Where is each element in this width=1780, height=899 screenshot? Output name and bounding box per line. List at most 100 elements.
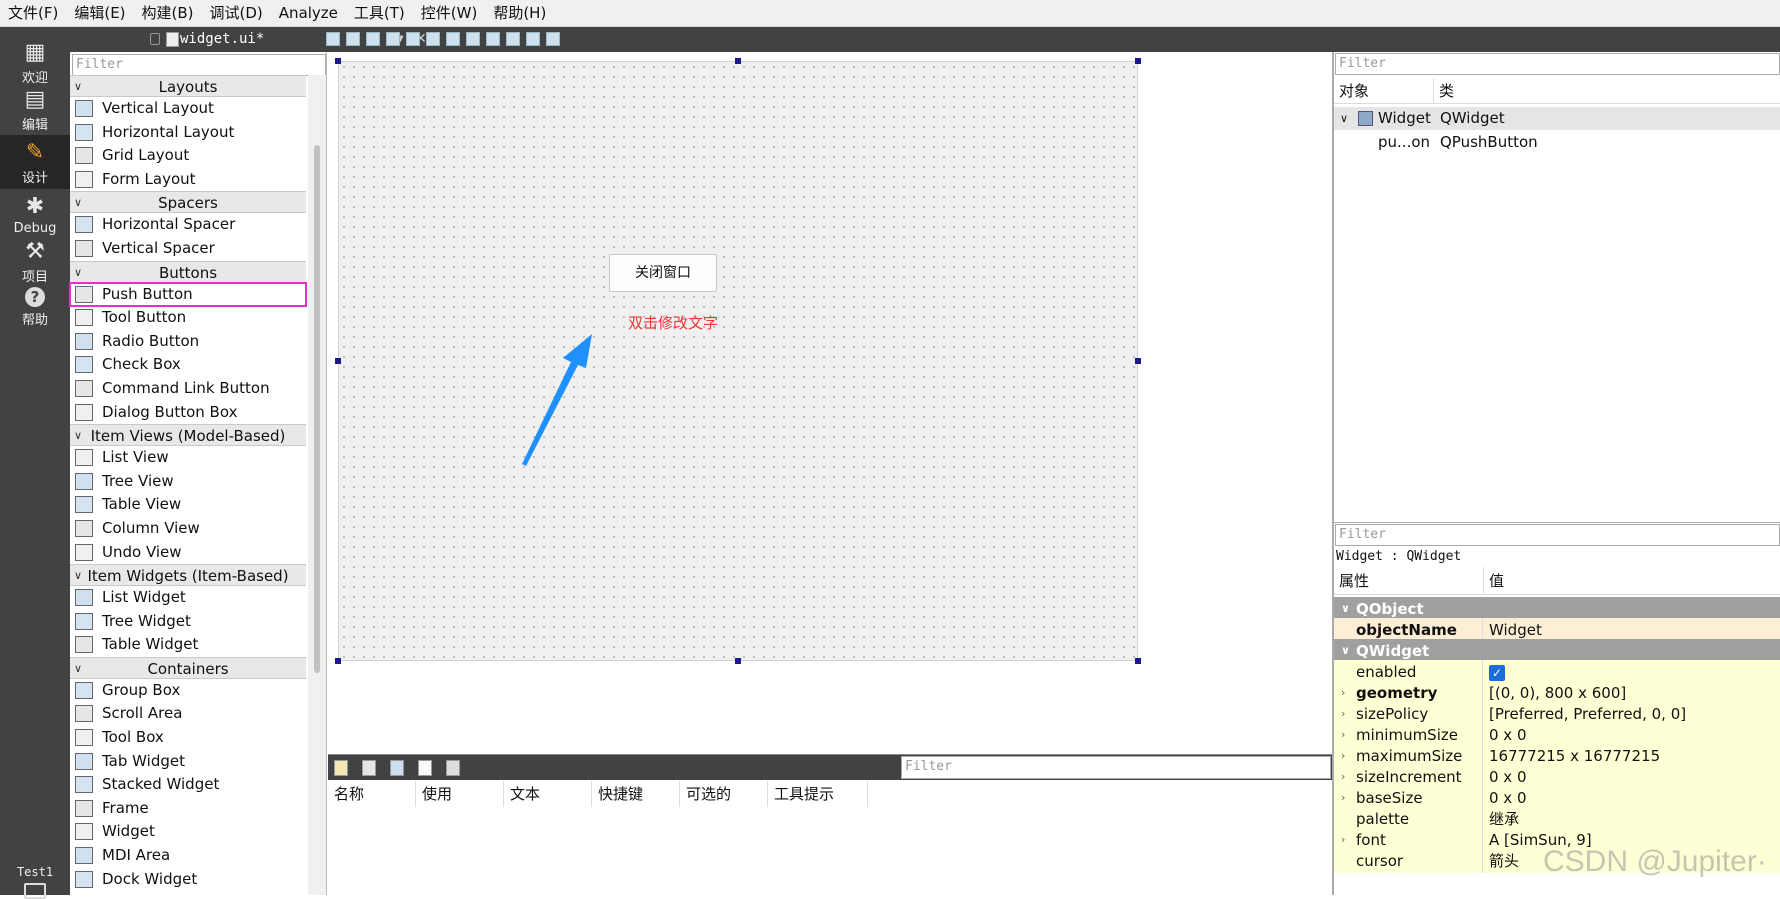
- form-widget[interactable]: 关闭窗口 双击修改文字: [338, 61, 1138, 661]
- column-header[interactable]: 可选的: [680, 781, 768, 807]
- widget-item[interactable]: Dialog Button Box: [70, 401, 306, 425]
- widget-item[interactable]: Scroll Area: [70, 702, 306, 726]
- widget-item[interactable]: MDI Area: [70, 844, 306, 868]
- action-filter-input[interactable]: Filter: [901, 756, 1331, 779]
- column-header[interactable]: 快捷键: [592, 781, 680, 807]
- copy-icon[interactable]: [362, 760, 376, 776]
- layout-horizontal-icon[interactable]: [406, 32, 420, 46]
- widget-filter-input[interactable]: Filter: [72, 54, 326, 76]
- resize-handle[interactable]: [735, 58, 741, 64]
- widget-item[interactable]: Tool Box: [70, 726, 306, 750]
- category-header[interactable]: ∨ Item Widgets (Item-Based): [70, 564, 306, 587]
- menu-item[interactable]: 调试(D): [202, 0, 271, 27]
- widget-item[interactable]: Table Widget: [70, 633, 306, 657]
- resize-handle[interactable]: [1135, 358, 1141, 364]
- widget-item[interactable]: Column View: [70, 517, 306, 541]
- widget-item[interactable]: Form Layout: [70, 168, 306, 192]
- resize-handle[interactable]: [335, 58, 341, 64]
- break-layout-icon[interactable]: [526, 32, 540, 46]
- widget-item[interactable]: Tree Widget: [70, 610, 306, 634]
- column-header[interactable]: 工具提示: [768, 781, 868, 807]
- category-header[interactable]: ∨ Spacers: [70, 191, 306, 214]
- layout-splitter-h-icon[interactable]: [446, 32, 460, 46]
- widget-item[interactable]: Check Box: [70, 353, 306, 377]
- widget-item[interactable]: Command Link Button: [70, 377, 306, 401]
- widget-item[interactable]: Radio Button: [70, 330, 306, 354]
- menu-item[interactable]: 控件(W): [413, 0, 486, 27]
- widget-item[interactable]: Horizontal Layout: [70, 121, 306, 145]
- resize-handle[interactable]: [335, 658, 341, 664]
- widget-item[interactable]: Table View: [70, 493, 306, 517]
- close-window-button[interactable]: 关闭窗口: [609, 254, 717, 292]
- menu-item[interactable]: 文件(F): [0, 0, 66, 27]
- object-filter-input[interactable]: Filter: [1335, 53, 1780, 75]
- widget-item[interactable]: List View: [70, 446, 306, 470]
- mode-edit[interactable]: ▤ 编辑: [0, 82, 70, 136]
- mode-welcome[interactable]: ▦ 欢迎: [0, 35, 70, 89]
- widget-box-scrollbar[interactable]: [308, 75, 326, 895]
- resize-handle[interactable]: [735, 658, 741, 664]
- menu-item[interactable]: Analyze: [271, 0, 346, 27]
- paste-icon[interactable]: [390, 760, 404, 776]
- layout-form-icon[interactable]: [506, 32, 520, 46]
- edit-widgets-icon[interactable]: [326, 32, 340, 46]
- chevron-down-icon[interactable]: ∨: [74, 192, 82, 214]
- widget-item[interactable]: Tree View: [70, 470, 306, 494]
- layout-splitter-v-icon[interactable]: [466, 32, 480, 46]
- chevron-down-icon[interactable]: ∨: [74, 565, 82, 587]
- layout-vertical-icon[interactable]: [426, 32, 440, 46]
- menu-item[interactable]: 编辑(E): [66, 0, 133, 27]
- widget-item[interactable]: Undo View: [70, 541, 306, 565]
- widget-item[interactable]: Vertical Layout: [70, 97, 306, 121]
- mode-design[interactable]: ✎ 设计: [0, 135, 70, 189]
- widget-item[interactable]: Tool Button: [70, 306, 306, 330]
- scrollbar-thumb[interactable]: [314, 145, 320, 673]
- column-header[interactable]: 名称: [328, 781, 416, 807]
- widget-item[interactable]: Dock Widget: [70, 868, 306, 892]
- layout-grid-icon[interactable]: [486, 32, 500, 46]
- resize-handle[interactable]: [1135, 658, 1141, 664]
- wrench-icon[interactable]: [446, 760, 460, 776]
- widget-item[interactable]: Tab Widget: [70, 750, 306, 774]
- widget-item[interactable]: Stacked Widget: [70, 773, 306, 797]
- category-header[interactable]: ∨ Containers: [70, 656, 306, 680]
- edit-tab-order-icon[interactable]: [386, 32, 400, 46]
- chevron-down-icon[interactable]: ∨: [1340, 107, 1348, 130]
- menu-item[interactable]: 工具(T): [346, 0, 413, 27]
- category-header[interactable]: ∨ Layouts: [70, 75, 306, 97]
- widget-item[interactable]: Group Box: [70, 679, 306, 703]
- edit-buddies-icon[interactable]: [366, 32, 380, 46]
- category-header[interactable]: ∨ Buttons: [70, 260, 306, 284]
- chevron-down-icon[interactable]: ∨: [74, 262, 82, 284]
- widget-item[interactable]: Vertical Spacer: [70, 237, 306, 261]
- tree-row-pushbutton[interactable]: pu...on QPushButton: [1334, 131, 1780, 154]
- column-header[interactable]: 使用: [416, 781, 504, 807]
- new-action-icon[interactable]: [334, 760, 348, 776]
- menu-item[interactable]: 构建(B): [134, 0, 202, 27]
- delete-icon[interactable]: [418, 760, 432, 776]
- category-header[interactable]: ∨ Item Views (Model-Based): [70, 424, 306, 447]
- document-name[interactable]: widget.ui*: [180, 27, 264, 52]
- tree-row-widget[interactable]: ∨ Widget QWidget: [1334, 107, 1780, 130]
- mode-projects[interactable]: ⚒ 项目: [0, 234, 70, 288]
- column-header[interactable]: 文本: [504, 781, 592, 807]
- resize-handle[interactable]: [335, 358, 341, 364]
- widget-item[interactable]: List Widget: [70, 586, 306, 610]
- widget-item[interactable]: Horizontal Spacer: [70, 213, 306, 237]
- checkbox-checked-icon[interactable]: ✓: [1489, 664, 1505, 681]
- monitor-icon[interactable]: [24, 883, 46, 899]
- property-filter-input[interactable]: Filter: [1335, 524, 1780, 546]
- chevron-down-icon[interactable]: ∨: [74, 658, 82, 680]
- widget-item[interactable]: Push Button: [69, 281, 307, 308]
- menu-item[interactable]: 帮助(H): [485, 0, 554, 27]
- edit-signals-icon[interactable]: [346, 32, 360, 46]
- widget-item[interactable]: Widget: [70, 820, 306, 844]
- chevron-down-icon[interactable]: ∨: [74, 425, 82, 447]
- target-selector[interactable]: Test1: [0, 865, 70, 899]
- resize-handle[interactable]: [1135, 58, 1141, 64]
- chevron-down-icon[interactable]: ∨: [74, 76, 82, 98]
- widget-item[interactable]: Frame: [70, 797, 306, 821]
- adjust-size-icon[interactable]: [546, 32, 560, 46]
- widget-item[interactable]: Grid Layout: [70, 144, 306, 168]
- mode-help[interactable]: ? 帮助: [0, 281, 70, 335]
